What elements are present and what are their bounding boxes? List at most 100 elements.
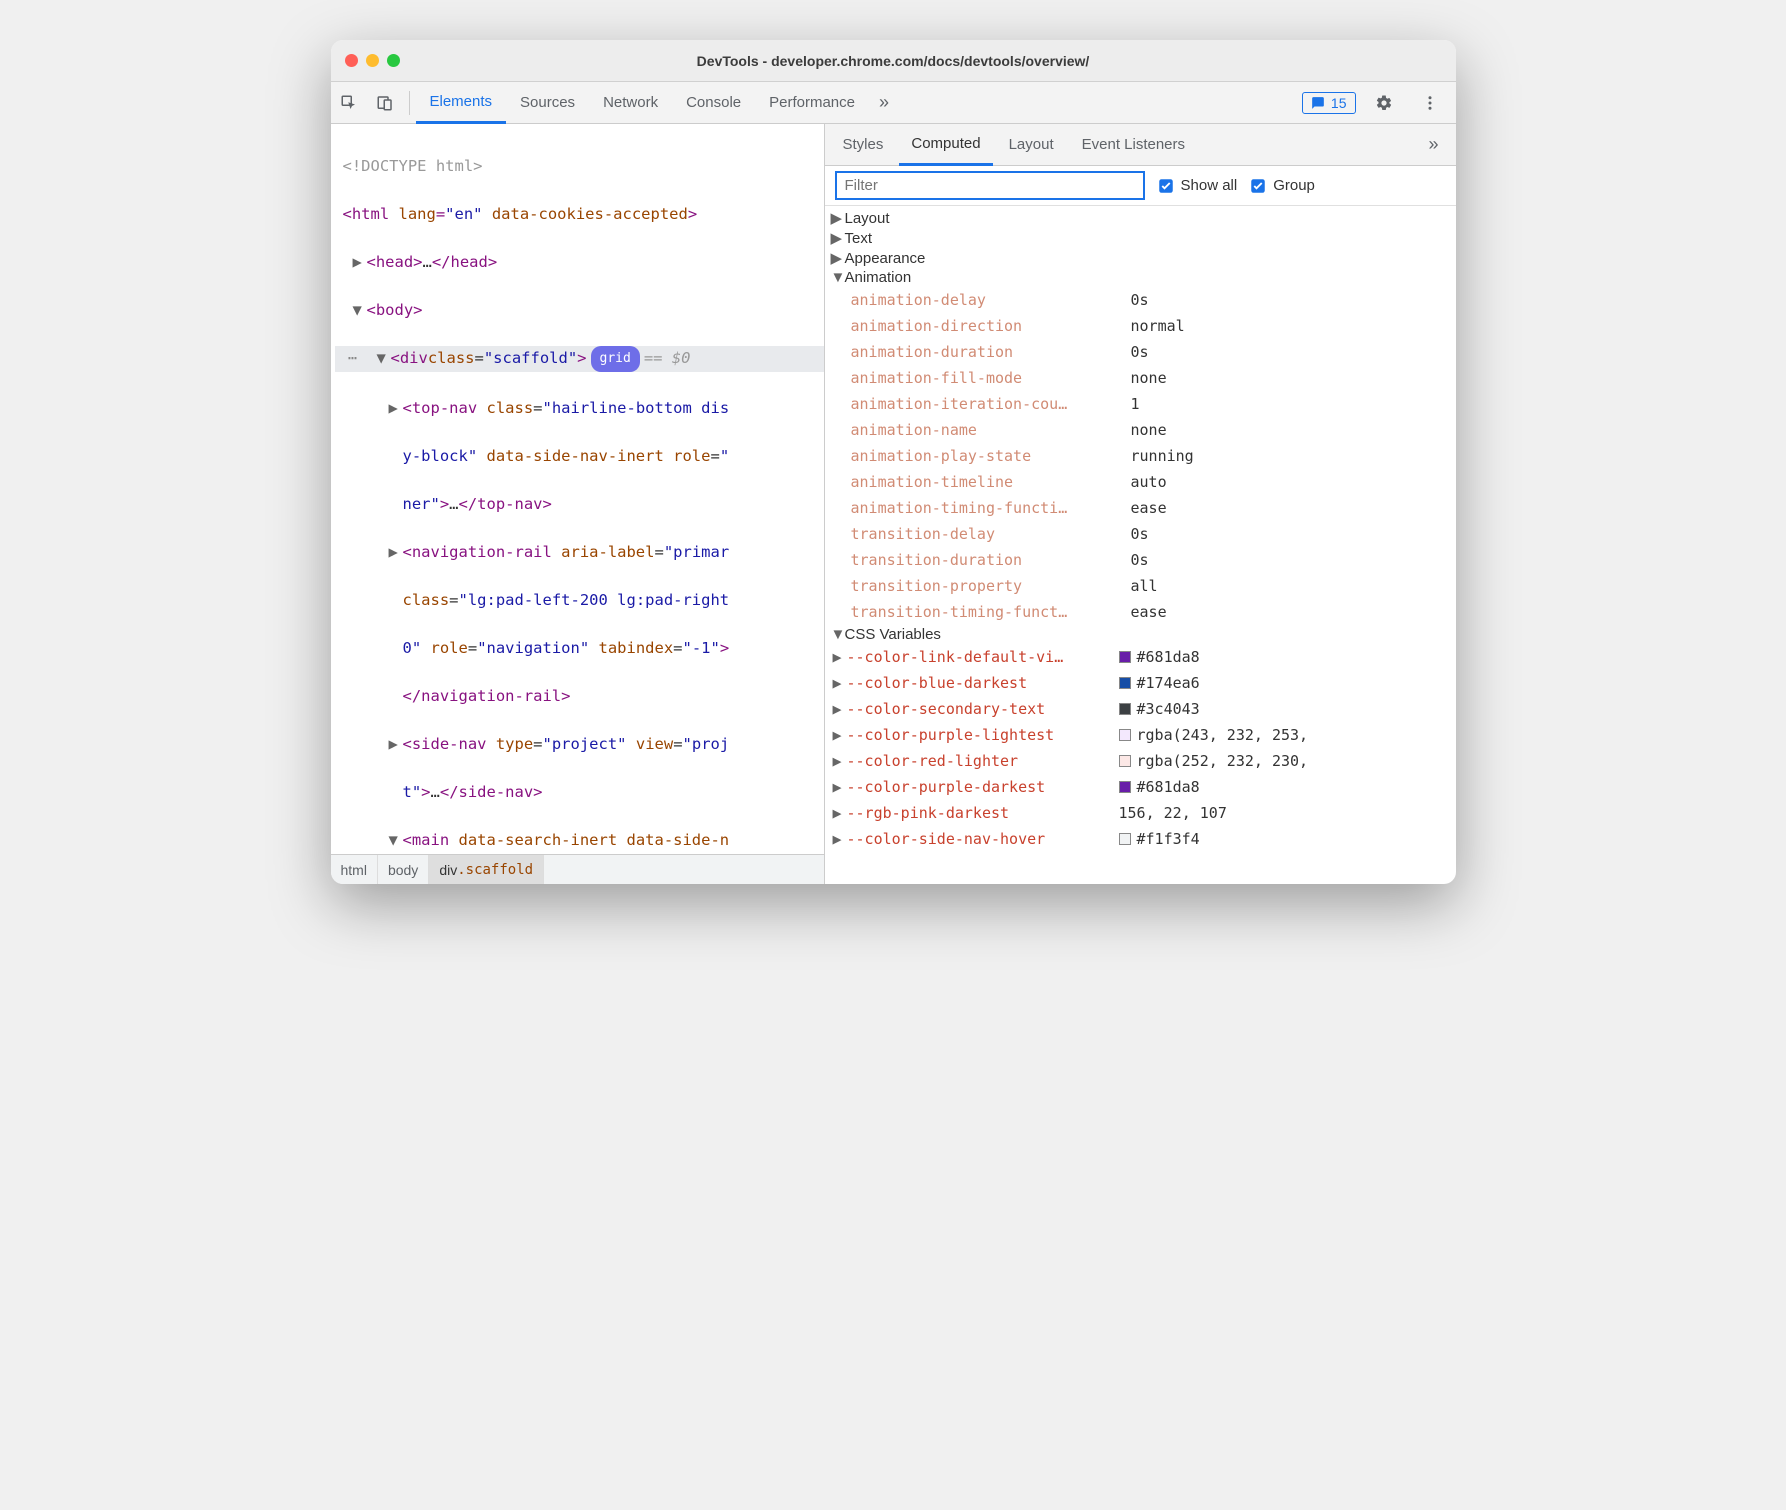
dom-line[interactable]: <main data-search-inert data-side-n [403, 828, 730, 852]
expand-icon[interactable]: ▶ [833, 644, 847, 670]
subtab-layout[interactable]: Layout [997, 124, 1066, 166]
inspect-element-icon[interactable] [331, 82, 367, 124]
expand-icon[interactable]: ▶ [833, 722, 847, 748]
property-value: ease [1131, 495, 1167, 521]
titlebar: DevTools - developer.chrome.com/docs/dev… [331, 40, 1456, 82]
dom-line[interactable]: y-block" data-side-nav-inert role=" [403, 444, 730, 468]
tab-performance[interactable]: Performance [755, 82, 869, 124]
tab-elements[interactable]: Elements [416, 82, 507, 124]
breadcrumb-div-scaffold[interactable]: div.scaffold [429, 855, 544, 885]
doctype[interactable]: <!DOCTYPE html> [343, 154, 483, 178]
dom-line[interactable]: 0" role="navigation" tabindex="-1"> [403, 636, 730, 660]
expand-icon[interactable]: ▶ [833, 826, 847, 852]
filter-input[interactable] [835, 171, 1145, 200]
property-value: running [1131, 443, 1194, 469]
computed-property[interactable]: transition-timing-funct…ease [851, 599, 1456, 625]
section-animation[interactable]: ▼Animation [825, 268, 1456, 287]
section-appearance[interactable]: ▶Appearance [825, 248, 1456, 268]
traffic-lights [345, 54, 400, 67]
issues-button[interactable]: 15 [1302, 92, 1356, 114]
tab-console[interactable]: Console [672, 82, 755, 124]
computed-property[interactable]: animation-duration0s [851, 339, 1456, 365]
device-toggle-icon[interactable] [367, 82, 403, 124]
computed-property[interactable]: animation-delay0s [851, 287, 1456, 313]
breadcrumb-html[interactable]: html [331, 855, 378, 885]
property-value: 1 [1131, 391, 1140, 417]
dom-line[interactable]: ner">…</top-nav> [403, 492, 552, 516]
variable-name: --color-side-nav-hover [847, 826, 1119, 852]
minimize-window-button[interactable] [366, 54, 379, 67]
show-all-checkbox[interactable]: Show all [1157, 177, 1238, 195]
expand-icon[interactable]: ▶ [833, 670, 847, 696]
html-open[interactable]: <html lang="en" data-cookies-accepted> [343, 202, 698, 226]
css-variable[interactable]: ▶--rgb-pink-darkest156, 22, 107 [825, 800, 1456, 826]
property-name: transition-timing-funct… [851, 599, 1131, 625]
computed-property[interactable]: animation-timelineauto [851, 469, 1456, 495]
dom-tree[interactable]: <!DOCTYPE html> <html lang="en" data-coo… [331, 124, 824, 854]
expand-icon[interactable]: ▶ [833, 748, 847, 774]
property-name: animation-iteration-cou… [851, 391, 1131, 417]
body-node[interactable]: <body> [367, 298, 423, 322]
css-variable[interactable]: ▶--color-purple-lightestrgba(243, 232, 2… [825, 722, 1456, 748]
color-swatch-icon [1119, 677, 1131, 689]
expand-icon[interactable]: ▶ [353, 250, 367, 274]
variable-name: --color-link-default-vi… [847, 644, 1119, 670]
section-text[interactable]: ▶Text [825, 228, 1456, 248]
breadcrumb-body[interactable]: body [378, 855, 429, 885]
computed-property[interactable]: animation-namenone [851, 417, 1456, 443]
variable-value: #681da8 [1119, 774, 1200, 800]
maximize-window-button[interactable] [387, 54, 400, 67]
kebab-menu-icon[interactable] [1412, 82, 1448, 124]
dom-line[interactable]: <navigation-rail aria-label="primar [403, 540, 730, 564]
grid-badge[interactable]: grid [591, 346, 640, 372]
subtab-computed[interactable]: Computed [899, 124, 992, 166]
computed-property[interactable]: animation-timing-functi…ease [851, 495, 1456, 521]
collapse-icon[interactable]: ▼ [353, 298, 367, 322]
computed-property[interactable]: animation-fill-modenone [851, 365, 1456, 391]
selected-node[interactable]: ⋯▼<div class="scaffold">grid == $0 [335, 346, 824, 372]
property-name: animation-fill-mode [851, 365, 1131, 391]
tab-sources[interactable]: Sources [506, 82, 589, 124]
computed-property[interactable]: transition-propertyall [851, 573, 1456, 599]
css-variable[interactable]: ▶--color-side-nav-hover#f1f3f4 [825, 826, 1456, 852]
css-variable[interactable]: ▶--color-purple-darkest#681da8 [825, 774, 1456, 800]
close-window-button[interactable] [345, 54, 358, 67]
expand-icon[interactable]: ▶ [833, 774, 847, 800]
color-swatch-icon [1119, 781, 1131, 793]
computed-property[interactable]: animation-play-staterunning [851, 443, 1456, 469]
dom-line[interactable]: <top-nav class="hairline-bottom dis [403, 396, 730, 420]
main-toolbar: Elements Sources Network Console Perform… [331, 82, 1456, 124]
group-checkbox[interactable]: Group [1249, 177, 1315, 195]
css-variable[interactable]: ▶--color-blue-darkest#174ea6 [825, 670, 1456, 696]
more-tabs-icon[interactable]: » [869, 92, 900, 113]
computed-property[interactable]: transition-duration0s [851, 547, 1456, 573]
collapse-icon[interactable]: ▼ [377, 346, 391, 372]
head-node[interactable]: <head> [367, 250, 423, 274]
dom-line[interactable]: t">…</side-nav> [403, 780, 543, 804]
dom-line[interactable]: <side-nav type="project" view="proj [403, 732, 730, 756]
dom-line[interactable]: class="lg:pad-left-200 lg:pad-right [403, 588, 730, 612]
subtab-event-listeners[interactable]: Event Listeners [1070, 124, 1197, 166]
variable-value: #681da8 [1119, 644, 1200, 670]
dom-line[interactable]: </navigation-rail> [403, 684, 571, 708]
expand-icon[interactable]: ▶ [833, 800, 847, 826]
expand-icon[interactable]: ▶ [833, 696, 847, 722]
css-variable[interactable]: ▶--color-red-lighterrgba(252, 232, 230, [825, 748, 1456, 774]
collapse-icon[interactable]: ▼ [389, 828, 403, 852]
computed-property[interactable]: animation-iteration-cou…1 [851, 391, 1456, 417]
property-name: transition-delay [851, 521, 1131, 547]
property-name: animation-name [851, 417, 1131, 443]
expand-icon[interactable]: ▶ [389, 732, 403, 756]
section-css-variables[interactable]: ▼CSS Variables [825, 625, 1456, 644]
tab-network[interactable]: Network [589, 82, 672, 124]
computed-property[interactable]: transition-delay0s [851, 521, 1456, 547]
computed-property[interactable]: animation-directionnormal [851, 313, 1456, 339]
section-layout[interactable]: ▶Layout [825, 208, 1456, 228]
subtab-styles[interactable]: Styles [831, 124, 896, 166]
settings-icon[interactable] [1366, 82, 1402, 124]
expand-icon[interactable]: ▶ [389, 396, 403, 420]
css-variable[interactable]: ▶--color-secondary-text#3c4043 [825, 696, 1456, 722]
expand-icon[interactable]: ▶ [389, 540, 403, 564]
more-subtabs-icon[interactable]: » [1418, 134, 1449, 155]
css-variable[interactable]: ▶--color-link-default-vi…#681da8 [825, 644, 1456, 670]
